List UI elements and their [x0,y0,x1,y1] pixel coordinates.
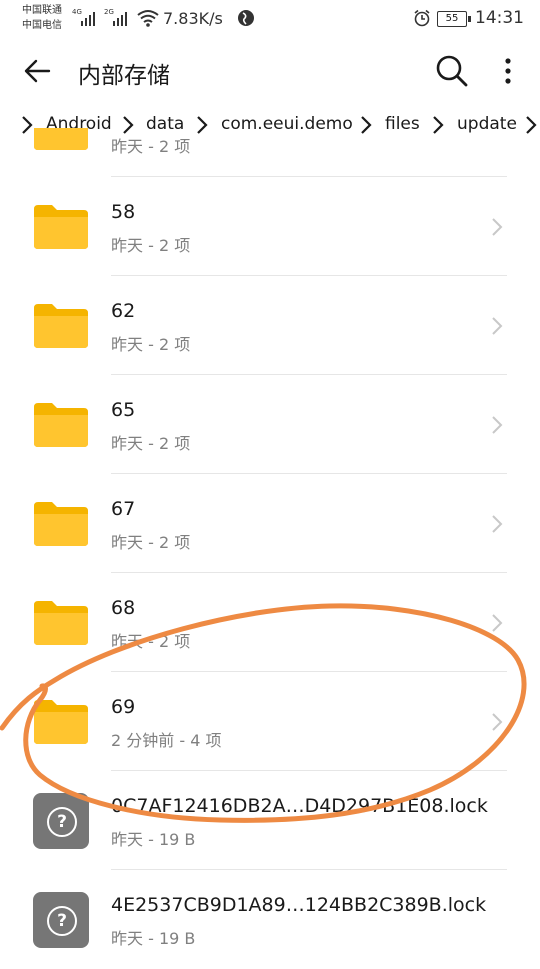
chevron-right-icon [492,317,503,335]
item-meta: 昨天 - 2 项 [111,632,191,651]
item-name: 0C7AF12416DB2A…D4D297B1E08.lock [111,795,488,817]
carrier-labels: 中国联通 中国电信 [22,3,62,33]
more-vert-icon[interactable] [498,54,518,88]
item-meta: 昨天 - 2 项 [111,335,191,354]
alarm-icon [414,9,430,27]
item-meta: 昨天 - 2 项 [111,236,191,255]
item-meta: 昨天 - 19 B [111,929,196,948]
item-name: 68 [111,597,136,619]
arrow-left-icon[interactable] [22,56,52,86]
list-item[interactable]: 69 2 分钟前 - 4 项 [0,672,540,771]
list-item[interactable]: 58 昨天 - 2 项 [0,177,540,276]
list-item[interactable]: 62 昨天 - 2 项 [0,276,540,375]
search-icon[interactable] [435,54,469,88]
chevron-right-icon [492,515,503,533]
list-item[interactable]: 65 昨天 - 2 项 [0,375,540,474]
item-meta: 2 分钟前 - 4 项 [111,731,222,750]
carrier-1: 中国联通 [22,5,62,16]
unknown-file-icon: ? [33,892,89,948]
item-name: 58 [111,201,136,223]
folder-icon [34,601,88,645]
folder-icon [34,304,88,348]
folder-icon [34,205,88,249]
list-item[interactable]: 67 昨天 - 2 项 [0,474,540,573]
item-meta: 昨天 - 2 项 [111,137,191,156]
wifi-icon [137,10,159,27]
item-name: 62 [111,300,136,322]
clock: 14:31 [475,8,524,28]
status-bar: 中国联通 中国电信 4G 2G 7.83K/s 55 14:31 [0,0,540,38]
item-meta: 昨天 - 2 项 [111,533,191,552]
folder-icon [34,700,88,744]
item-name: 69 [111,696,136,718]
item-name: 67 [111,498,136,520]
list-item[interactable]: ? 4E2537CB9D1A89…124BB2C389B.lock 昨天 - 1… [0,870,540,969]
carrier-2: 中国电信 [22,20,62,31]
list-item[interactable]: 68 昨天 - 2 项 [0,573,540,672]
list-item[interactable]: ? 0C7AF12416DB2A…D4D297B1E08.lock 昨天 - 1… [0,771,540,870]
chevron-right-icon [492,614,503,632]
unknown-file-icon: ? [33,793,89,849]
vpn-globe-icon [238,10,254,26]
folder-icon [34,502,88,546]
chevron-right-icon [492,416,503,434]
chevron-right-icon [492,218,503,236]
network-speed: 7.83K/s [163,9,223,28]
item-meta: 昨天 - 2 项 [111,434,191,453]
folder-icon [34,403,88,447]
chevron-right-icon [492,713,503,731]
item-meta: 昨天 - 19 B [111,830,196,849]
item-name: 65 [111,399,136,421]
battery-icon: 55 [437,11,471,27]
page-title: 内部存储 [78,63,170,89]
app-bar: 内部存储 [0,38,540,102]
item-name: 4E2537CB9D1A89…124BB2C389B.lock [111,894,487,916]
